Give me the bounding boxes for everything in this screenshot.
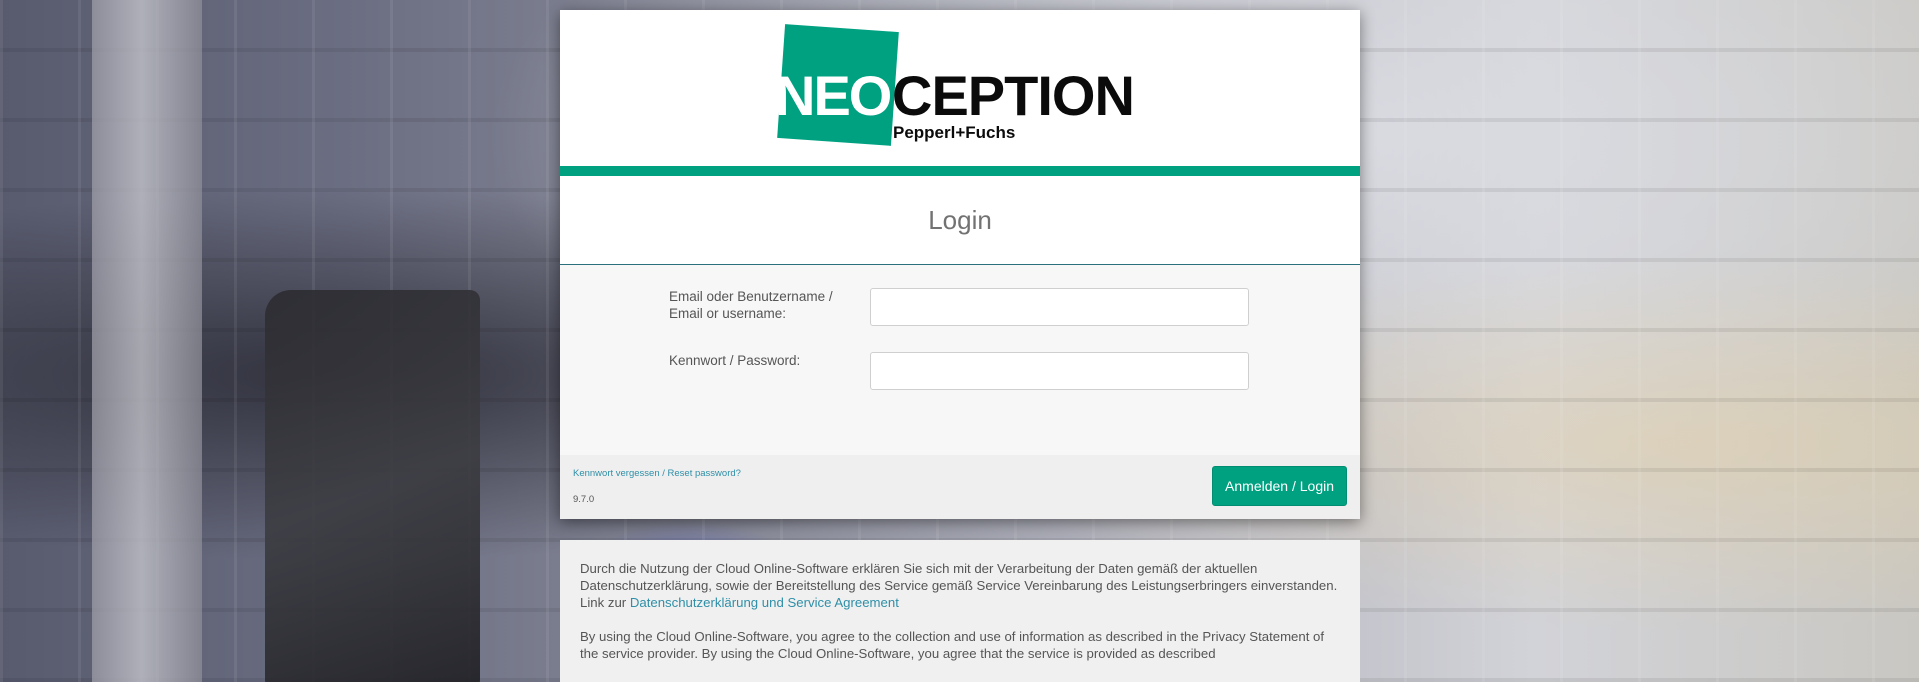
privacy-agreement-link[interactable]: Datenschutzerklärung und Service Agreeme… [630,595,899,610]
logo-text-neo: NEO [775,64,892,127]
logo-text-pepperl-fuchs: Pepperl+Fuchs [893,123,1016,142]
username-label: Email oder Benutzername / Email or usern… [669,288,870,326]
password-row: Kennwort / Password: [669,352,1249,390]
username-label-de: Email oder Benutzername / [669,289,833,304]
neoception-logo: NEO CEPTION Pepperl+Fuchs [775,24,1155,160]
login-footer: Kennwort vergessen / Reset password? 9.7… [560,455,1360,519]
accent-bar [560,166,1360,176]
login-button[interactable]: Anmelden / Login [1212,466,1347,506]
privacy-notice: Durch die Nutzung der Cloud Online-Softw… [560,540,1360,682]
login-panel: NEO CEPTION Pepperl+Fuchs Login Email od… [560,10,1360,519]
background-column [92,0,202,682]
username-row: Email oder Benutzername / Email or usern… [669,288,1249,326]
forgot-password-link[interactable]: Kennwort vergessen / Reset password? [573,468,741,479]
title-bar: Login [560,176,1360,265]
version-label: 9.7.0 [573,494,595,505]
background-device [265,290,480,682]
notice-link-prefix: Link zur [580,595,630,610]
username-label-en: Email or username: [669,306,787,321]
logo-header: NEO CEPTION Pepperl+Fuchs [560,10,1360,166]
logo-text-ception: CEPTION [892,64,1135,127]
notice-de: Durch die Nutzung der Cloud Online-Softw… [580,560,1340,611]
username-input[interactable] [869,288,1249,326]
password-input[interactable] [869,352,1249,390]
password-label: Kennwort / Password: [669,353,801,368]
notice-de-text: Durch die Nutzung der Cloud Online-Softw… [580,561,1338,593]
notice-en: By using the Cloud Online-Software, you … [580,629,1325,661]
page-title: Login [928,204,992,235]
login-form: Email oder Benutzername / Email or usern… [560,265,1360,455]
